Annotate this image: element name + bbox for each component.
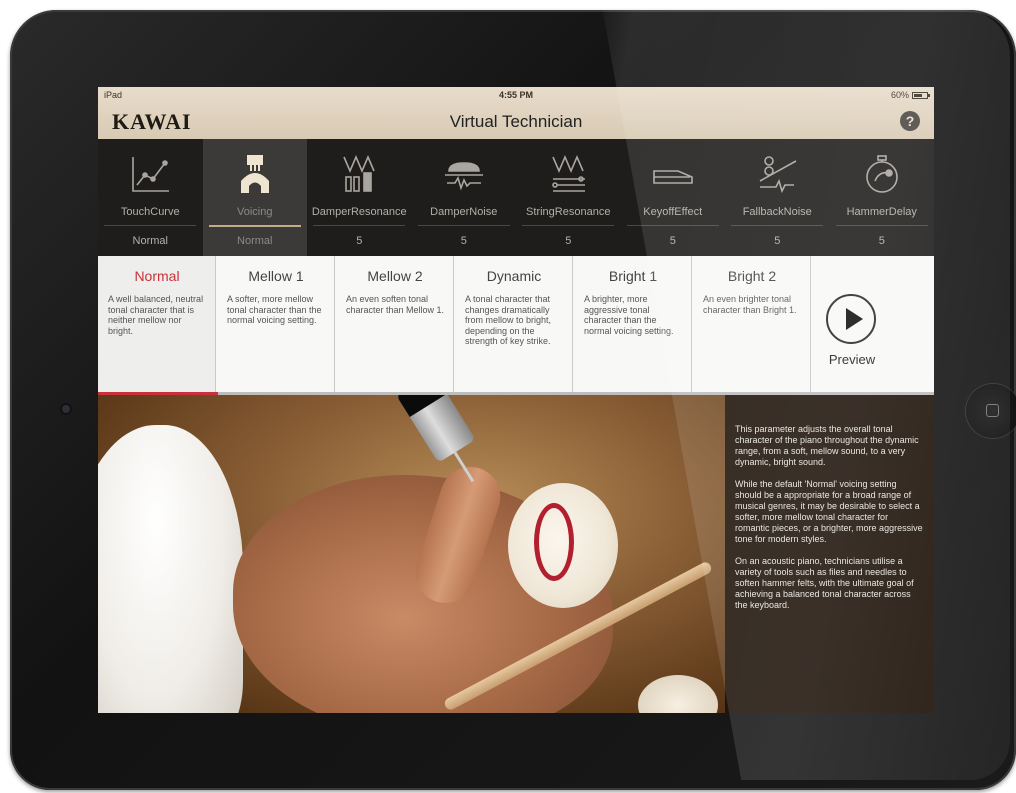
option-mellow-1[interactable]: Mellow 1 A softer, more mellow tonal cha… [217, 256, 335, 392]
status-bar: iPad 4:55 PM 60% [98, 87, 934, 103]
option-title: Normal [134, 268, 180, 284]
tab-divider [417, 225, 510, 226]
info-paragraph: This parameter adjusts the overall tonal… [735, 424, 919, 467]
option-dynamic[interactable]: Dynamic A tonal character that changes d… [455, 256, 573, 392]
battery-status: 60% [890, 90, 930, 100]
tab-divider [104, 225, 196, 226]
tab-keyoffeffect[interactable]: KeyoffEffect 5 [621, 139, 726, 256]
option-title: Mellow 1 [248, 268, 304, 284]
battery-icon [912, 91, 930, 99]
option-description: A softer, more mellow tonal character th… [227, 294, 322, 325]
voicing-hammer-icon [240, 155, 269, 193]
tab-label: FallbackNoise [742, 206, 812, 218]
help-icon[interactable]: ? [900, 111, 920, 131]
tab-hammerdelay[interactable]: HammerDelay 5 [830, 139, 935, 256]
tab-label: KeyoffEffect [643, 206, 703, 218]
option-title: Mellow 2 [367, 268, 423, 284]
parameter-tabbar: TouchCurve Normal Voicing Normal DamperR… [98, 139, 934, 256]
status-time: 4:55 PM [498, 90, 533, 100]
tab-fallbacknoise[interactable]: FallbackNoise 5 [725, 139, 830, 256]
tab-damperresonance[interactable]: DamperResonance 5 [307, 139, 412, 256]
info-paragraph: On an acoustic piano, technicians utilis… [735, 556, 914, 610]
tab-value: 5 [565, 235, 572, 247]
app-screen: iPad 4:55 PM 60% KAWAI Virtual Technicia… [98, 87, 934, 713]
info-text: This parameter adjusts the overall tonal… [735, 424, 923, 622]
app-header: iPad 4:55 PM 60% KAWAI Virtual Technicia… [98, 87, 934, 139]
tab-dampernoise[interactable]: DamperNoise 5 [412, 139, 517, 256]
tab-divider [522, 225, 614, 226]
tab-divider [626, 225, 719, 226]
option-title: Bright 2 [727, 268, 777, 284]
fallback-noise-icon [759, 156, 797, 194]
tab-label: DamperNoise [430, 206, 498, 218]
tab-label: StringResonance [526, 206, 611, 218]
play-icon [826, 294, 876, 344]
photo-hammer-felt [508, 483, 618, 608]
string-resonance-icon [552, 154, 585, 192]
option-title: Bright 1 [608, 268, 658, 284]
tab-label: DamperResonance [311, 206, 407, 218]
option-mellow-2[interactable]: Mellow 2 An even soften tonal character … [336, 256, 454, 392]
tab-divider [731, 225, 823, 226]
option-description: An even soften tonal character than Mell… [346, 294, 445, 315]
option-description: A brighter, more aggressive tonal charac… [584, 294, 674, 336]
keyoff-effect-icon [652, 170, 693, 184]
tab-label: Voicing [237, 206, 273, 218]
battery-percent: 60% [890, 90, 909, 100]
tab-voicing[interactable]: Voicing Normal [202, 139, 307, 256]
home-square-icon [986, 404, 999, 417]
option-description: A well balanced, neutral tonal character… [108, 294, 204, 336]
tab-label: TouchCurve [120, 206, 180, 218]
hammer-delay-icon [865, 155, 898, 193]
voicing-options-panel: Normal A well balanced, neutral tonal ch… [98, 256, 934, 395]
home-button[interactable] [966, 384, 1016, 438]
option-title: Dynamic [486, 268, 542, 284]
parameter-info-panel: This parameter adjusts the overall tonal… [725, 395, 934, 713]
preview-label: Preview [828, 352, 876, 367]
tab-stringresonance[interactable]: StringResonance 5 [516, 139, 621, 256]
tab-value: Normal [132, 235, 168, 247]
option-normal[interactable]: Normal A well balanced, neutral tonal ch… [98, 256, 216, 392]
tab-value: Normal [237, 235, 273, 247]
tab-value: 5 [356, 235, 363, 247]
needle-tip [453, 451, 475, 483]
option-description: A tonal character that changes dramatica… [465, 294, 552, 346]
photo-felt-core [534, 503, 574, 581]
tab-value: 5 [878, 235, 885, 247]
tab-value: 5 [774, 235, 781, 247]
tab-touchcurve[interactable]: TouchCurve Normal [98, 139, 203, 256]
preview-button[interactable]: Preview [814, 256, 934, 392]
page-title: Virtual Technician [449, 112, 583, 131]
photo-sleeve [98, 425, 243, 713]
tab-label: HammerDelay [846, 206, 917, 218]
option-description: An even brighter tonal character than Br… [703, 294, 797, 315]
tab-value: 5 [460, 235, 467, 247]
front-camera [60, 403, 72, 415]
photo-second-felt [638, 675, 718, 713]
touch-curve-icon [132, 157, 169, 192]
damper-noise-icon [444, 162, 483, 191]
tab-value: 5 [669, 235, 676, 247]
option-bright-2[interactable]: Bright 2 An even brighter tonal characte… [693, 256, 811, 392]
tab-divider [313, 225, 405, 226]
damper-resonance-icon [343, 154, 375, 192]
info-paragraph: While the default 'Normal' voicing setti… [735, 479, 923, 544]
tab-divider [835, 225, 928, 226]
tab-divider [208, 225, 301, 227]
voicing-photo [98, 395, 725, 713]
option-bright-1[interactable]: Bright 1 A brighter, more aggressive ton… [574, 256, 692, 392]
